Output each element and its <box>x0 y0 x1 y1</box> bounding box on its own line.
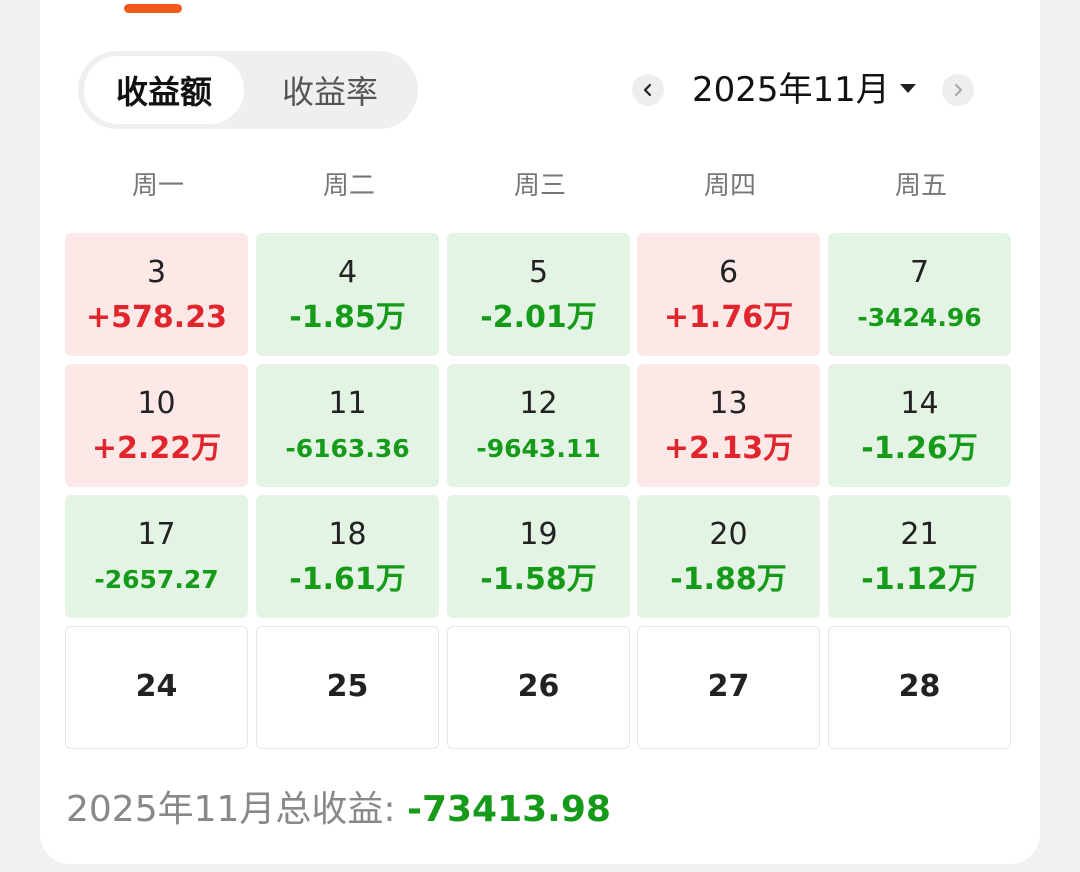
day-profit-value: +578.23 <box>86 300 227 335</box>
weekday-tue: 周二 <box>322 171 375 201</box>
calendar-day-cell[interactable]: 11 -6163.36 <box>256 364 439 487</box>
calendar-day-cell[interactable]: 28 <box>828 626 1011 749</box>
monthly-total-label: 2025年11月总收益: <box>66 789 407 830</box>
calendar-day-cell[interactable]: 18 -1.61万 <box>256 495 439 618</box>
day-profit-value: -1.58万 <box>480 562 597 597</box>
day-number: 20 <box>709 517 748 552</box>
day-number: 17 <box>137 517 176 552</box>
calendar-day-cell[interactable]: 4 -1.85万 <box>256 233 439 356</box>
weekday-wed: 周三 <box>513 171 566 201</box>
calendar-day-cell[interactable]: 13 +2.13万 <box>637 364 820 487</box>
day-profit-value: +1.76万 <box>663 300 794 335</box>
day-profit-value: -1.26万 <box>861 431 978 466</box>
day-profit-value: -1.88万 <box>670 562 787 597</box>
calendar-day-cell[interactable]: 10 +2.22万 <box>65 364 248 487</box>
day-number: 3 <box>146 255 167 290</box>
day-profit-value: -1.85万 <box>289 300 406 335</box>
caret-down-icon[interactable] <box>900 84 916 93</box>
monthly-total-value: -73413.98 <box>407 789 611 830</box>
day-profit-value: -1.61万 <box>289 562 406 597</box>
calendar-day-cell[interactable]: 14 -1.26万 <box>828 364 1011 487</box>
day-number: 5 <box>528 255 549 290</box>
day-number: 25 <box>326 669 369 704</box>
day-profit-value: -1.12万 <box>861 562 978 597</box>
calendar-day-cell[interactable]: 7 -3424.96 <box>828 233 1011 356</box>
chevron-right-icon[interactable] <box>942 74 974 106</box>
calendar-day-cell[interactable]: 3 +578.23 <box>65 233 248 356</box>
profit-rate-tab[interactable]: 收益率 <box>250 56 410 124</box>
calendar-day-cell[interactable]: 20 -1.88万 <box>637 495 820 618</box>
day-profit-value: -2.01万 <box>480 300 597 335</box>
day-number: 4 <box>337 255 358 290</box>
month-selector[interactable]: 2025年11月 <box>692 66 890 114</box>
day-number: 7 <box>909 255 930 290</box>
day-number: 28 <box>898 669 941 704</box>
day-profit-value: -6163.36 <box>285 434 410 463</box>
day-number: 19 <box>519 517 558 552</box>
day-number: 11 <box>328 386 367 421</box>
calendar-day-cell[interactable]: 21 -1.12万 <box>828 495 1011 618</box>
calendar-day-cell[interactable]: 19 -1.58万 <box>447 495 630 618</box>
chevron-left-icon[interactable] <box>632 74 664 106</box>
day-number: 21 <box>900 517 939 552</box>
day-profit-value: -9643.11 <box>476 434 601 463</box>
calendar-day-cell[interactable]: 25 <box>256 626 439 749</box>
calendar-day-cell[interactable]: 27 <box>637 626 820 749</box>
day-profit-value: +2.13万 <box>663 431 794 466</box>
calendar-day-cell[interactable]: 17 -2657.27 <box>65 495 248 618</box>
profit-amount-tab[interactable]: 收益额 <box>84 56 244 124</box>
day-number: 24 <box>135 669 178 704</box>
day-profit-value: -2657.27 <box>94 565 219 594</box>
day-number: 12 <box>519 386 558 421</box>
metric-toggle: 收益额 收益率 <box>78 51 418 129</box>
day-number: 18 <box>328 517 367 552</box>
day-profit-value: -3424.96 <box>857 303 982 332</box>
weekday-mon: 周一 <box>131 171 184 201</box>
calendar-day-cell[interactable]: 6 +1.76万 <box>637 233 820 356</box>
weekday-fri: 周五 <box>894 171 947 201</box>
day-number: 10 <box>137 386 176 421</box>
day-number: 6 <box>718 255 739 290</box>
active-tab-indicator <box>124 4 182 13</box>
calendar-day-cell[interactable]: 24 <box>65 626 248 749</box>
calendar-day-cell[interactable]: 5 -2.01万 <box>447 233 630 356</box>
day-number: 26 <box>517 669 560 704</box>
monthly-total: 2025年11月总收益: -73413.98 <box>66 786 611 834</box>
calendar-day-cell[interactable]: 12 -9643.11 <box>447 364 630 487</box>
day-number: 14 <box>900 386 939 421</box>
day-number: 27 <box>707 669 750 704</box>
weekday-thu: 周四 <box>703 171 756 201</box>
calendar-day-cell[interactable]: 26 <box>447 626 630 749</box>
day-number: 13 <box>709 386 748 421</box>
day-profit-value: +2.22万 <box>91 431 222 466</box>
